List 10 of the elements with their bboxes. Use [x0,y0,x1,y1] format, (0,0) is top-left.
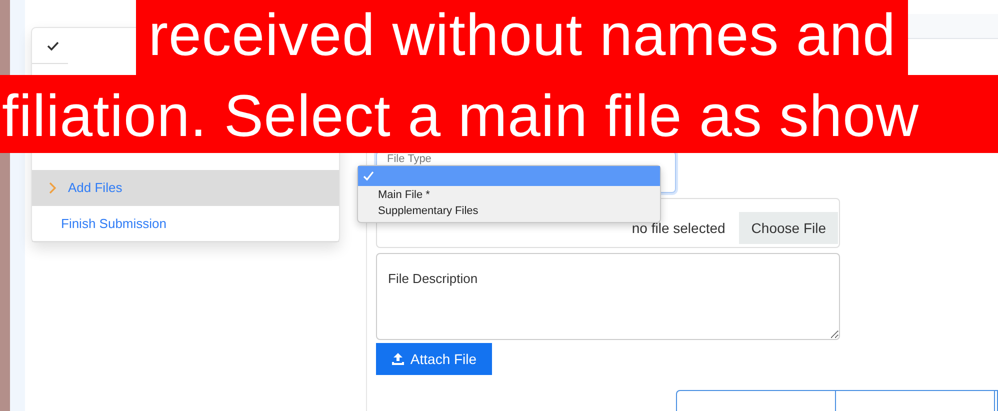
chevron-right-icon [49,182,56,194]
caption-text: filiation. Select a main file as show [0,75,998,153]
check-icon [47,40,59,50]
upload-icon [391,352,406,366]
check-icon [363,171,374,181]
attach-file-button[interactable]: Attach File [376,342,492,375]
caption-text: received without names and [136,0,908,75]
sidebar-item[interactable]: Finish Submission [32,206,339,242]
choose-file-button[interactable]: Choose File [739,212,838,244]
file-description-field[interactable]: File Description [376,252,840,340]
